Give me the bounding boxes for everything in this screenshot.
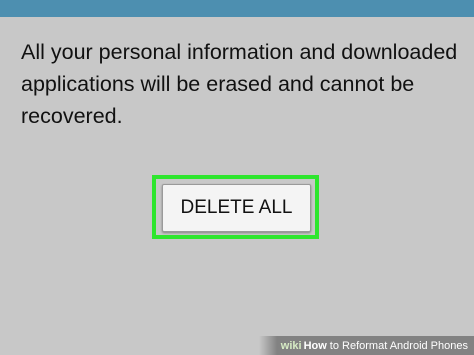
watermark-logo: wiki (280, 339, 302, 352)
status-bar (0, 0, 474, 17)
delete-all-button[interactable]: DELETE ALL (162, 184, 311, 232)
watermark-how: How (303, 339, 327, 352)
watermark: wiki How to Reformat Android Phones (258, 336, 474, 355)
watermark-title: to Reformat Android Phones (329, 339, 468, 352)
warning-message: All your personal information and downlo… (21, 40, 458, 128)
